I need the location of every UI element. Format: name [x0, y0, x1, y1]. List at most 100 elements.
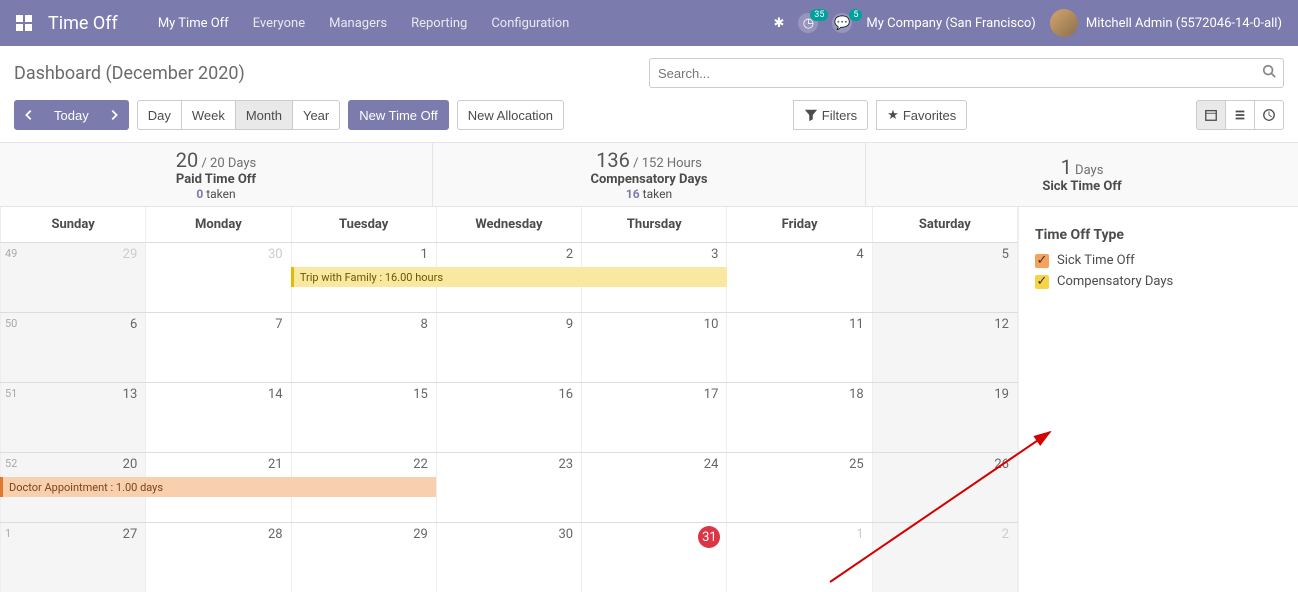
cal-cell[interactable]: 12: [873, 313, 1018, 382]
day-number: 24: [704, 457, 719, 472]
cal-cell[interactable]: 4: [727, 243, 872, 312]
summary-card-sick[interactable]: 1 Days Sick Time Off: [866, 143, 1298, 206]
cal-row: 5220212223242526Doctor Appointment : 1.0…: [0, 452, 1018, 522]
day-number: 1: [421, 247, 428, 262]
day-number: 19: [994, 387, 1009, 402]
filters-button[interactable]: Filters: [793, 100, 868, 130]
day-number: 7: [275, 317, 282, 332]
cal-cell[interactable]: 2: [873, 523, 1018, 592]
summary-card-paid[interactable]: 20 / 20 Days Paid Time Off 0 taken: [0, 143, 433, 206]
cal-cell[interactable]: 15: [292, 383, 437, 452]
star-icon: ★: [887, 107, 899, 123]
week-number: 52: [5, 457, 17, 470]
cal-day-header: Tuesday: [292, 207, 437, 242]
app-brand[interactable]: Time Off: [48, 13, 118, 34]
cal-cell[interactable]: 30: [146, 243, 291, 312]
user-menu[interactable]: Mitchell Admin (5572046-14-0-all): [1050, 9, 1282, 37]
cal-cell[interactable]: 7: [146, 313, 291, 382]
cal-day-header: Thursday: [582, 207, 727, 242]
view-month[interactable]: Month: [235, 100, 293, 130]
day-number: 27: [123, 527, 138, 542]
cal-cell[interactable]: 127: [0, 523, 146, 592]
new-allocation-button[interactable]: New Allocation: [457, 100, 564, 130]
cal-cell[interactable]: 10: [582, 313, 727, 382]
legend-label: Compensatory Days: [1057, 274, 1173, 289]
next-button[interactable]: [99, 100, 129, 130]
topbar: Time Off My Time Off Everyone Managers R…: [0, 0, 1298, 46]
favorites-button[interactable]: ★ Favorites: [876, 100, 967, 130]
cal-cell[interactable]: 24: [582, 453, 727, 522]
day-number: 3: [711, 247, 718, 262]
cal-cell[interactable]: 26: [873, 453, 1018, 522]
cal-row: 51 13 14 15 1617 18 19: [0, 382, 1018, 452]
search-input[interactable]: [649, 58, 1284, 88]
nav-reporting[interactable]: Reporting: [411, 16, 467, 31]
company-selector[interactable]: My Company (San Francisco): [866, 16, 1035, 31]
prev-button[interactable]: [14, 100, 44, 130]
legend-checkbox[interactable]: ✓: [1035, 254, 1049, 268]
nav-managers[interactable]: Managers: [329, 16, 387, 31]
cal-cell[interactable]: 14: [146, 383, 291, 452]
week-number: 49: [5, 247, 17, 260]
legend-item[interactable]: ✓ Sick Time Off: [1035, 253, 1282, 268]
day-number: 14: [268, 387, 283, 402]
search-box: [649, 58, 1284, 88]
cal-cell[interactable]: 17: [582, 383, 727, 452]
cal-cell[interactable]: 18: [727, 383, 872, 452]
day-number: 18: [849, 387, 864, 402]
day-number: 15: [413, 387, 428, 402]
summary-big: 20: [176, 148, 198, 172]
legend-checkbox[interactable]: ✓: [1035, 275, 1049, 289]
cal-day-header: Wednesday: [437, 207, 582, 242]
cal-cell[interactable]: 25: [727, 453, 872, 522]
messages-icon[interactable]: 💬 5: [832, 13, 852, 33]
cal-cell[interactable]: 31: [582, 523, 727, 592]
calendar-event[interactable]: Doctor Appointment : 1.00 days: [0, 477, 436, 497]
cal-cell[interactable]: 506: [0, 313, 146, 382]
cal-row: 506 7 891011 12: [0, 312, 1018, 382]
day-number: 12: [994, 317, 1009, 332]
nav-my-time-off[interactable]: My Time Off: [158, 16, 229, 31]
week-number: 51: [5, 387, 17, 400]
legend-item[interactable]: ✓ Compensatory Days: [1035, 274, 1282, 289]
view-week[interactable]: Week: [181, 100, 236, 130]
bug-icon[interactable]: ✱: [774, 16, 785, 31]
day-number: 13: [123, 387, 138, 402]
cal-cell[interactable]: 19: [873, 383, 1018, 452]
view-day[interactable]: Day: [137, 100, 182, 130]
cal-cell[interactable]: 9: [437, 313, 582, 382]
list-view-icon[interactable]: [1225, 100, 1255, 130]
nav-everyone[interactable]: Everyone: [253, 16, 305, 31]
calendar-view-icon[interactable]: [1196, 100, 1226, 130]
summary-card-comp[interactable]: 136 / 152 Hours Compensatory Days 16 tak…: [433, 143, 866, 206]
cal-cell[interactable]: 11: [727, 313, 872, 382]
cal-cell[interactable]: 28: [146, 523, 291, 592]
activity-view-icon[interactable]: [1254, 100, 1284, 130]
day-number: 5: [1002, 247, 1009, 262]
cal-cell[interactable]: 29: [292, 523, 437, 592]
today-button[interactable]: Today: [43, 100, 100, 130]
activities-icon[interactable]: ◷ 35: [798, 13, 818, 33]
search-icon[interactable]: [1262, 64, 1276, 82]
sidepanel-title: Time Off Type: [1035, 227, 1282, 243]
cal-cell[interactable]: 30: [437, 523, 582, 592]
cal-cell[interactable]: 4929: [0, 243, 146, 312]
avatar: [1050, 9, 1078, 37]
calendar-event[interactable]: Trip with Family : 16.00 hours: [291, 267, 727, 287]
legend-label: Sick Time Off: [1057, 253, 1135, 268]
day-number: 8: [421, 317, 428, 332]
cal-cell[interactable]: 1: [727, 523, 872, 592]
apps-icon[interactable]: [16, 15, 32, 31]
cal-cell[interactable]: 23: [437, 453, 582, 522]
cal-cell[interactable]: 51 13: [0, 383, 146, 452]
new-time-off-button[interactable]: New Time Off: [348, 100, 449, 130]
cal-day-header: Sunday: [0, 207, 146, 242]
cal-cell[interactable]: 5: [873, 243, 1018, 312]
view-year[interactable]: Year: [292, 100, 340, 130]
cal-cell[interactable]: 16: [437, 383, 582, 452]
day-number: 4: [856, 247, 863, 262]
cal-cell[interactable]: 8: [292, 313, 437, 382]
nav-configuration[interactable]: Configuration: [491, 16, 569, 31]
day-number: 30: [268, 247, 283, 262]
cal-row: 1272829303112: [0, 522, 1018, 592]
